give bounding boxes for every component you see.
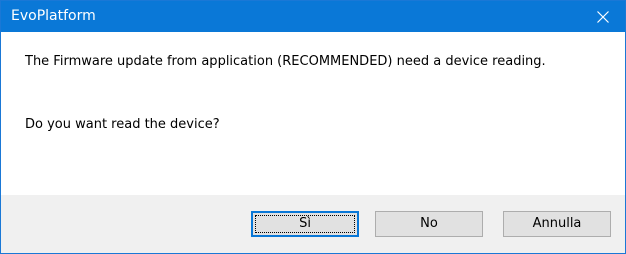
button-bar: Sì No Annulla [1,195,625,253]
message-text: The Firmware update from application (RE… [25,54,546,69]
no-button-label: No [420,216,438,231]
message-dialog: EvoPlatform The Firmware update from app… [0,0,626,254]
title-bar[interactable]: EvoPlatform [1,1,625,32]
window-title: EvoPlatform [11,8,96,24]
no-button[interactable]: No [375,211,483,237]
close-button[interactable] [581,1,625,32]
yes-button[interactable]: Sì [251,211,359,237]
close-icon [597,10,609,23]
cancel-button[interactable]: Annulla [503,211,611,237]
yes-button-label: Sì [299,216,311,231]
question-text: Do you want read the device? [25,117,220,132]
cancel-button-label: Annulla [532,216,582,231]
